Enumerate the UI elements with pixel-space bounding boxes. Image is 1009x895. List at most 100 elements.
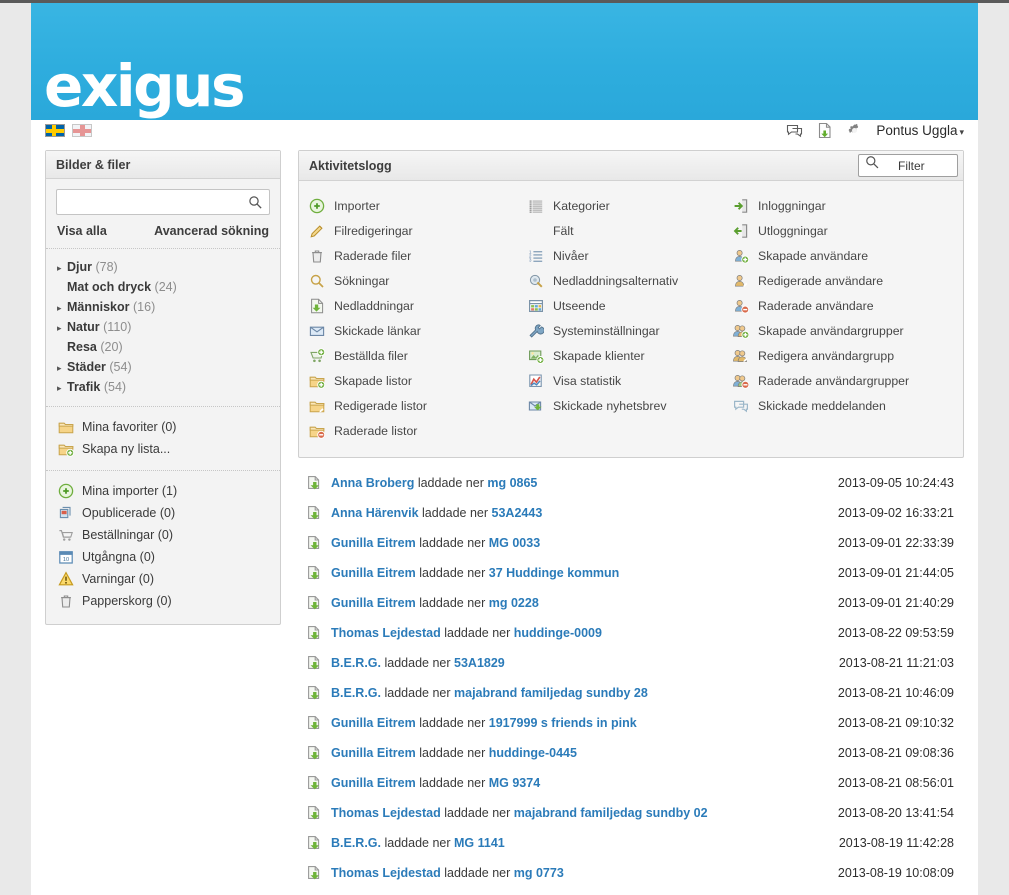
filter-option-col1-1[interactable]: Importer [309, 193, 528, 218]
import-plus-icon [58, 483, 74, 499]
category-count: (54) [103, 380, 127, 394]
sidebar-list-item-1[interactable]: Mina favoriter (0) [58, 416, 269, 438]
activity-file-link[interactable]: MG 0033 [489, 536, 540, 550]
activity-user-link[interactable]: Thomas Lejdestad [331, 866, 441, 880]
filter-option-col2-5[interactable]: Utseende [528, 293, 733, 318]
none [528, 223, 544, 239]
activity-file-link[interactable]: huddinge-0009 [514, 626, 602, 640]
sidebar-search-area [46, 179, 280, 215]
filter-option-col1-8[interactable]: Skapade listor [309, 368, 528, 393]
filter-option-col3-5[interactable]: Raderade användare [733, 293, 953, 318]
chevron-down-icon: ▾ [959, 127, 964, 137]
activity-file-link[interactable]: MG 9374 [489, 776, 540, 790]
show-all-link[interactable]: Visa alla [57, 224, 107, 238]
activity-user-link[interactable]: Gunilla Eitrem [331, 566, 416, 580]
activity-user-link[interactable]: B.E.R.G. [331, 656, 381, 670]
filter-option-col2-4[interactable]: Nedladdningsalternativ [528, 268, 733, 293]
activity-file-link[interactable]: majabrand familjedag sundby 02 [514, 806, 708, 820]
expand-triangle-icon[interactable]: ▸ [57, 303, 67, 314]
swedish-flag-icon[interactable] [45, 124, 65, 137]
activity-file-link[interactable]: 53A2443 [492, 506, 543, 520]
activity-file-link[interactable]: 1917999 s friends in pink [489, 716, 637, 730]
filter-option-col1-10[interactable]: Raderade listor [309, 418, 528, 443]
activity-timestamp: 2013-08-19 11:42:28 [838, 836, 954, 850]
activity-user-link[interactable]: Anna Broberg [331, 476, 414, 490]
activity-user-link[interactable]: Gunilla Eitrem [331, 536, 416, 550]
sidebar-category-4[interactable]: ▸ Natur (110) [57, 317, 269, 337]
advanced-search-link[interactable]: Avancerad sökning [154, 224, 269, 238]
user-menu[interactable]: Pontus Uggla ▾ [876, 123, 964, 138]
filter-option-col3-4[interactable]: Redigerade användare [733, 268, 953, 293]
filter-option-col2-7[interactable]: Skapade klienter [528, 343, 733, 368]
activity-timestamp: 2013-08-20 13:41:54 [837, 806, 954, 820]
filter-option-col3-7[interactable]: Redigera användargrupp [733, 343, 953, 368]
upload-file-icon[interactable] [816, 122, 833, 139]
activity-user-link[interactable]: Gunilla Eitrem [331, 596, 416, 610]
filter-option-col3-1[interactable]: Inloggningar [733, 193, 953, 218]
sidebar-category-3[interactable]: ▸ Människor (16) [57, 297, 269, 317]
filter-option-col1-4[interactable]: Sökningar [309, 268, 528, 293]
activity-file-link[interactable]: 53A1829 [454, 656, 505, 670]
activity-file-link[interactable]: majabrand familjedag sundby 28 [454, 686, 648, 700]
filter-option-col1-9[interactable]: Redigerade listor [309, 393, 528, 418]
sidebar-tool-item-4[interactable]: 10 Utgångna (0) [58, 546, 269, 568]
filter-option-col2-2[interactable]: Fält [528, 218, 733, 243]
search-input[interactable] [57, 190, 269, 214]
activity-user-link[interactable]: Gunilla Eitrem [331, 746, 416, 760]
filter-input[interactable]: Filter [858, 154, 958, 177]
sidebar-tool-item-5[interactable]: Varningar (0) [58, 568, 269, 590]
filter-option-col1-3[interactable]: Raderade filer [309, 243, 528, 268]
sidebar-category-2[interactable]: Mat och dryck (24) [57, 277, 269, 297]
filter-option-col3-3[interactable]: Skapade användare [733, 243, 953, 268]
sidebar-category-5[interactable]: Resa (20) [57, 337, 269, 357]
activity-user-link[interactable]: B.E.R.G. [331, 686, 381, 700]
activity-user-link[interactable]: Gunilla Eitrem [331, 776, 416, 790]
activity-user-link[interactable]: Gunilla Eitrem [331, 716, 416, 730]
expand-triangle-icon[interactable]: ▸ [57, 263, 67, 274]
filter-option-col2-8[interactable]: Visa statistik [528, 368, 733, 393]
activity-user-link[interactable]: Thomas Lejdestad [331, 626, 441, 640]
activity-description: Gunilla Eitrem laddade ner 1917999 s fri… [331, 716, 838, 730]
expand-triangle-icon[interactable]: ▸ [57, 323, 67, 334]
activity-user-link[interactable]: B.E.R.G. [331, 836, 381, 850]
activity-file-link[interactable]: 37 Huddinge kommun [489, 566, 620, 580]
sidebar-tool-item-3[interactable]: Beställningar (0) [58, 524, 269, 546]
download-options-icon [528, 273, 544, 289]
sidebar-category-7[interactable]: ▸ Trafik (54) [57, 377, 269, 397]
filter-option-col2-9[interactable]: Skickade nyhetsbrev [528, 393, 733, 418]
filter-option-col3-2[interactable]: Utloggningar [733, 218, 953, 243]
activity-user-link[interactable]: Anna Härenvik [331, 506, 419, 520]
app-window: exigus Pontus Uggla ▾ Bilder & filer Vis… [31, 3, 978, 895]
sidebar-category-6[interactable]: ▸ Städer (54) [57, 357, 269, 377]
activity-file-link[interactable]: mg 0228 [489, 596, 539, 610]
filter-option-col2-1[interactable]: Kategorier [528, 193, 733, 218]
filter-option-col1-6[interactable]: Skickade länkar [309, 318, 528, 343]
filter-option-col1-5[interactable]: Nedladdningar [309, 293, 528, 318]
search-field-wrapper[interactable] [56, 189, 270, 215]
filter-option-col3-8[interactable]: Raderade användargrupper [733, 368, 953, 393]
activity-file-link[interactable]: huddinge-0445 [489, 746, 577, 760]
filter-option-col2-6[interactable]: Systeminställningar [528, 318, 733, 343]
search-icon[interactable] [248, 195, 263, 215]
messages-icon[interactable] [786, 122, 803, 139]
filter-option-col3-9[interactable]: Skickade meddelanden [733, 393, 953, 418]
sidebar-tool-item-1[interactable]: Mina importer (1) [58, 480, 269, 502]
expand-triangle-icon[interactable]: ▸ [57, 383, 67, 394]
activity-file-link[interactable]: MG 1141 [454, 836, 505, 850]
sidebar-tool-item-2[interactable]: Opublicerade (0) [58, 502, 269, 524]
filter-option-col1-2[interactable]: Filredigeringar [309, 218, 528, 243]
activity-file-link[interactable]: mg 0865 [487, 476, 537, 490]
sidebar-category-1[interactable]: ▸ Djur (78) [57, 257, 269, 277]
expand-triangle-icon[interactable]: ▸ [57, 363, 67, 374]
activity-file-link[interactable]: mg 0773 [514, 866, 564, 880]
filter-option-label: Kategorier [553, 198, 610, 213]
english-flag-icon[interactable] [72, 124, 92, 137]
filter-option-col1-7[interactable]: Beställda filer [309, 343, 528, 368]
cart-add-icon [309, 347, 326, 364]
sidebar-list-item-2[interactable]: Skapa ny lista... [58, 438, 269, 460]
activity-user-link[interactable]: Thomas Lejdestad [331, 806, 441, 820]
filter-option-col3-6[interactable]: Skapade användargrupper [733, 318, 953, 343]
sidebar-tool-item-6[interactable]: Papperskorg (0) [58, 590, 269, 612]
settings-gear-icon[interactable] [846, 122, 863, 139]
filter-option-col2-3[interactable]: 1 2 3 Nivåer [528, 243, 733, 268]
